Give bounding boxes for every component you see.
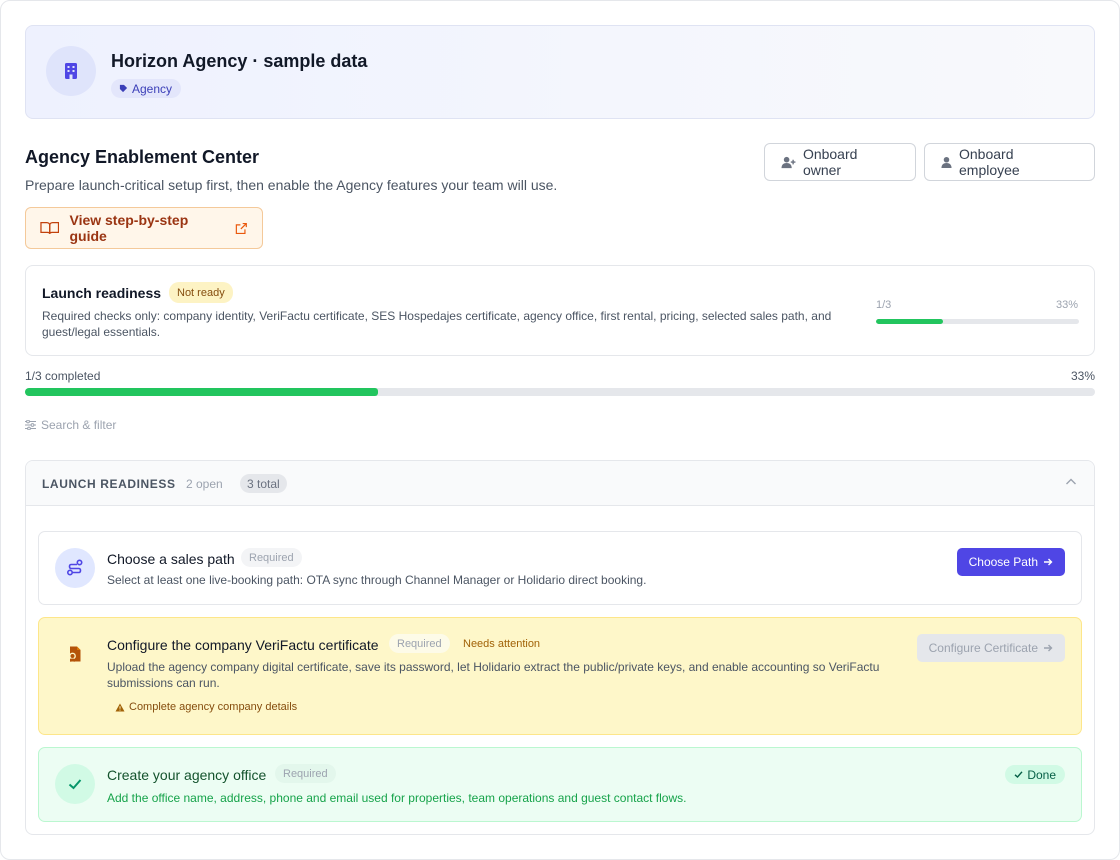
guide-label: View step-by-step guide [69, 212, 189, 244]
tag-icon [119, 84, 128, 93]
readiness-description: Required checks only: company identity, … [42, 309, 832, 339]
agency-name: Horizon Agency · sample data [111, 51, 368, 71]
readiness-count: 1/3 [876, 299, 892, 311]
task-description: Upload the agency company digital certif… [107, 660, 880, 690]
section-title: LAUNCH READINESS [42, 477, 176, 491]
view-guide-button[interactable]: View step-by-step guide [25, 207, 263, 249]
task-icon-wrap [55, 634, 95, 674]
readiness-status-badge: Not ready [169, 282, 233, 303]
task-description: Add the office name, address, phone and … [107, 791, 687, 805]
task-description: Select at least one live-booking path: O… [107, 573, 647, 587]
page-title: Agency Enablement Center [25, 147, 260, 167]
choose-path-button[interactable]: Choose Path [956, 548, 1065, 576]
book-icon [40, 222, 60, 234]
task-title: Configure the company VeriFactu certific… [107, 637, 379, 653]
required-badge: Required [389, 634, 450, 653]
configure-certificate-button[interactable]: Configure Certificate [916, 634, 1065, 662]
section-header[interactable]: LAUNCH READINESS 2 open 3 total [26, 461, 1094, 506]
required-badge: Required [275, 764, 336, 783]
user-plus-icon [781, 156, 796, 168]
launch-readiness-section: LAUNCH READINESS 2 open 3 total Choose a… [25, 460, 1095, 835]
user-icon [941, 156, 952, 168]
agency-avatar [46, 46, 96, 96]
task-warning: Complete agency company details [115, 701, 297, 713]
required-badge: Required [241, 548, 302, 567]
route-icon [66, 559, 83, 576]
readiness-percent: 33% [1055, 299, 1078, 311]
overall-progress-percent: 33% [1070, 369, 1095, 383]
page-subtitle: Prepare launch-critical setup first, the… [25, 177, 558, 193]
onboard-employee-button[interactable]: Onboard employee [924, 143, 1095, 181]
check-small-icon [1014, 771, 1023, 778]
sliders-icon [25, 420, 36, 430]
arrow-right-icon [1044, 558, 1053, 566]
onboard-employee-label: Onboard employee [959, 146, 1020, 178]
certificate-icon [69, 646, 81, 662]
task-warning-text: Complete agency company details [129, 701, 298, 713]
task-icon-wrap [55, 764, 95, 804]
arrow-right-icon [1044, 644, 1053, 652]
agency-header: Horizon Agency · sample data Agency [25, 25, 1095, 119]
onboard-owner-button[interactable]: Onboard owner [764, 143, 916, 181]
external-link-icon [236, 222, 248, 234]
onboard-owner-label: Onboard owner [802, 146, 858, 178]
search-filter-toggle[interactable]: Search & filter [25, 418, 116, 432]
configure-certificate-label: Configure Certificate [928, 641, 1038, 655]
readiness-title: Launch readiness [42, 285, 162, 301]
overall-progress-label: 1/3 completed [25, 369, 101, 383]
agency-badge-label: Agency [132, 81, 173, 96]
overall-progress-fill [25, 388, 379, 396]
task-verifactu-certificate: Configure the company VeriFactu certific… [38, 617, 1082, 735]
task-title: Choose a sales path [107, 551, 235, 567]
building-icon [65, 63, 77, 79]
search-filter-label: Search & filter [41, 418, 117, 432]
check-icon [68, 779, 82, 790]
warning-icon [115, 703, 125, 711]
task-agency-office: Create your agency office Required Add t… [38, 747, 1082, 822]
readiness-progress-bar [876, 319, 1079, 324]
done-label: Done [1027, 767, 1056, 782]
launch-readiness-card: Launch readiness Not ready Required chec… [25, 265, 1095, 356]
section-open-count: 2 open [186, 477, 223, 491]
task-icon-wrap [55, 548, 95, 588]
agency-type-badge: Agency [111, 79, 182, 98]
choose-path-label: Choose Path [968, 555, 1038, 569]
needs-attention-badge: Needs attention [463, 637, 541, 650]
done-badge: Done [1005, 765, 1065, 784]
readiness-progress-fill [876, 319, 943, 324]
task-sales-path: Choose a sales path Required Select at l… [38, 531, 1082, 605]
overall-progress-bar [25, 388, 1095, 396]
section-total-badge: 3 total [240, 474, 287, 493]
chevron-up-icon[interactable] [1064, 475, 1078, 489]
task-title: Create your agency office [107, 767, 267, 783]
